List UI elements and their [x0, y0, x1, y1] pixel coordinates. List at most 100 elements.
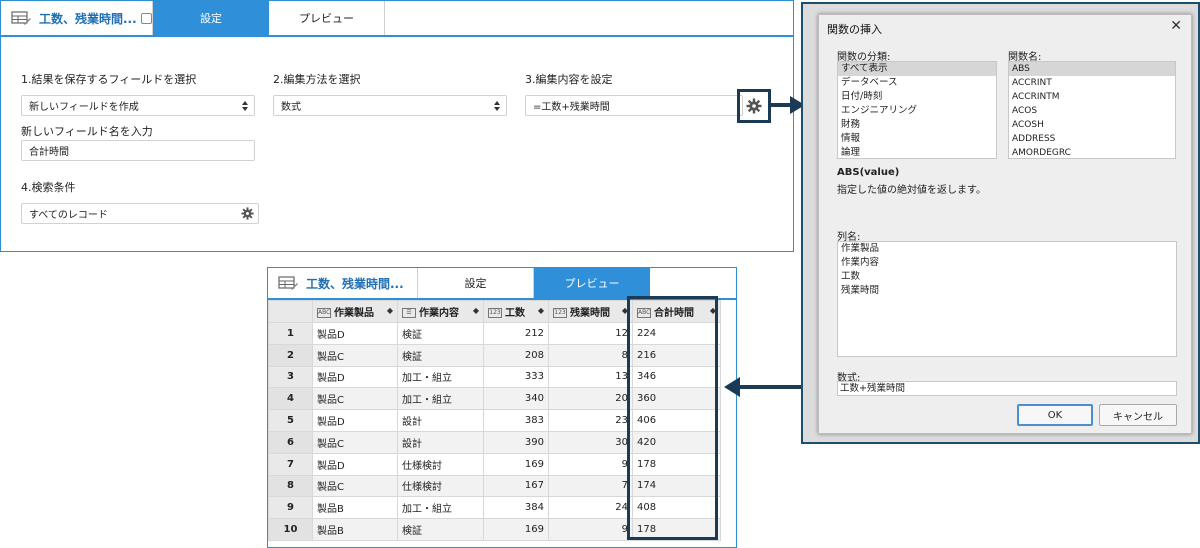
close-icon[interactable]: ✕: [1170, 18, 1182, 34]
table-cell[interactable]: 169: [483, 452, 549, 476]
edit-table-icon: [278, 276, 298, 290]
row-number-cell: 5: [268, 409, 313, 432]
search-condition-field[interactable]: すべてのレコード: [21, 203, 259, 224]
table-cell[interactable]: 仕様検討: [397, 474, 484, 498]
row-number-header: [268, 300, 313, 323]
list-item[interactable]: AMORDEGRC: [1009, 146, 1175, 158]
step1-label: 1.結果を保存するフィールドを選択: [21, 73, 197, 86]
save-field-select[interactable]: 新しいフィールドを作成: [21, 95, 255, 116]
table-cell[interactable]: 検証: [397, 518, 484, 541]
list-item[interactable]: 財務: [838, 118, 996, 132]
settings-titlebar: 工数、残業時間... 設定 プレビュー: [1, 1, 385, 35]
list-item[interactable]: ACOS: [1009, 104, 1175, 118]
table-cell[interactable]: 検証: [397, 343, 484, 367]
tab-preview[interactable]: プレビュー: [534, 268, 650, 298]
table-cell[interactable]: 23: [548, 409, 633, 432]
table-cell[interactable]: 208: [483, 343, 549, 367]
table-cell[interactable]: 製品D: [312, 452, 398, 476]
list-item[interactable]: 日付/時刻: [838, 90, 996, 104]
list-item[interactable]: ACCRINTM: [1009, 90, 1175, 104]
table-cell[interactable]: 製品C: [312, 343, 398, 367]
table-cell[interactable]: 390: [483, 430, 549, 454]
table-cell[interactable]: 333: [483, 365, 549, 389]
column-name-list[interactable]: 作業製品 作業内容 工数 残業時間: [837, 241, 1177, 357]
table-cell[interactable]: 設計: [397, 409, 484, 432]
table-cell[interactable]: 検証: [397, 322, 484, 345]
function-description: 指定した値の絶対値を返します。: [837, 185, 986, 196]
list-item[interactable]: 作業製品: [838, 242, 1176, 256]
table-cell[interactable]: 製品B: [312, 496, 398, 520]
column-header-label: 工数: [505, 308, 525, 319]
table-cell[interactable]: 9: [548, 452, 633, 476]
table-cell[interactable]: 340: [483, 387, 549, 411]
table-cell[interactable]: 8: [548, 343, 633, 367]
formula-input[interactable]: 工数+残業時間: [837, 381, 1177, 396]
column-header[interactable]: 123 残業時間 ◆: [548, 300, 633, 323]
formula-input[interactable]: =工数+残業時間: [525, 95, 743, 116]
tab-settings[interactable]: 設定: [418, 268, 534, 298]
list-item[interactable]: ACCRINT: [1009, 76, 1175, 90]
table-cell[interactable]: 加工・組立: [397, 496, 484, 520]
table-cell[interactable]: 製品C: [312, 474, 398, 498]
list-item[interactable]: 情報: [838, 132, 996, 146]
table-cell[interactable]: 384: [483, 496, 549, 520]
list-item[interactable]: ACOSH: [1009, 118, 1175, 132]
sort-icon[interactable]: ◆: [473, 306, 479, 315]
settings-panel: 工数、残業時間... 設定 プレビュー 1.結果を保存するフィールドを選択 新し…: [0, 0, 794, 252]
table-cell[interactable]: 製品D: [312, 322, 398, 345]
table-cell[interactable]: 9: [548, 518, 633, 541]
formula-value: =工数+残業時間: [533, 102, 610, 113]
table-cell[interactable]: 加工・組立: [397, 365, 484, 389]
list-item[interactable]: 残業時間: [838, 284, 1176, 298]
list-item[interactable]: ABS: [1009, 62, 1175, 76]
gear-icon[interactable]: [241, 207, 254, 220]
table-cell[interactable]: 設計: [397, 430, 484, 454]
table-cell[interactable]: 212: [483, 322, 549, 345]
column-header[interactable]: ABC 作業製品 ◆: [312, 300, 398, 323]
cancel-button[interactable]: キャンセル: [1099, 404, 1177, 426]
tab-settings[interactable]: 設定: [153, 1, 269, 35]
column-header[interactable]: 123 工数 ◆: [483, 300, 549, 323]
table-cell[interactable]: 383: [483, 409, 549, 432]
table-cell[interactable]: 加工・組立: [397, 387, 484, 411]
row-number-cell: 3: [268, 365, 313, 389]
table-cell[interactable]: 30: [548, 430, 633, 454]
list-item[interactable]: 作業内容: [838, 256, 1176, 270]
table-cell[interactable]: 製品C: [312, 387, 398, 411]
table-cell[interactable]: 仕様検討: [397, 452, 484, 476]
table-cell[interactable]: 20: [548, 387, 633, 411]
table-cell[interactable]: 製品C: [312, 430, 398, 454]
list-item[interactable]: 工数: [838, 270, 1176, 284]
step3-label: 3.編集内容を設定: [525, 73, 613, 86]
table-cell[interactable]: 12: [548, 322, 633, 345]
new-field-name-value: 合計時間: [29, 147, 69, 158]
number-type-icon: 123: [488, 308, 502, 318]
sort-icon[interactable]: ◆: [538, 306, 544, 315]
table-cell[interactable]: 167: [483, 474, 549, 498]
list-item[interactable]: ADDRESS: [1009, 132, 1175, 146]
list-item[interactable]: 論理: [838, 146, 996, 158]
rename-icon[interactable]: [140, 12, 152, 24]
table-cell[interactable]: 製品B: [312, 518, 398, 541]
table-cell[interactable]: 製品D: [312, 409, 398, 432]
edit-method-select[interactable]: 数式: [273, 95, 507, 116]
list-item[interactable]: データベース: [838, 76, 996, 90]
table-cell[interactable]: 24: [548, 496, 633, 520]
list-item[interactable]: エンジニアリング: [838, 104, 996, 118]
table-cell[interactable]: 7: [548, 474, 633, 498]
sort-icon[interactable]: ◆: [387, 306, 393, 315]
titlebar-underline: [1, 35, 793, 37]
list-item[interactable]: すべて表示: [838, 62, 996, 76]
table-cell[interactable]: 13: [548, 365, 633, 389]
column-header[interactable]: ☰ 作業内容 ◆: [397, 300, 484, 323]
new-field-name-input[interactable]: 合計時間: [21, 140, 255, 161]
ok-button[interactable]: OK: [1017, 404, 1093, 426]
tab-preview[interactable]: プレビュー: [269, 1, 385, 35]
function-list[interactable]: ABS ACCRINT ACCRINTM ACOS ACOSH ADDRESS AMORDE…: [1008, 61, 1176, 159]
category-list[interactable]: すべて表示 データベース 日付/時刻 エンジニアリング 財務 情報 論理: [837, 61, 997, 159]
table-cell[interactable]: 製品D: [312, 365, 398, 389]
gear-icon[interactable]: [746, 98, 762, 114]
preview-title-area: 工数、残業時間...: [268, 268, 418, 298]
table-cell[interactable]: 169: [483, 518, 549, 541]
preview-titlebar: 工数、残業時間... 設定 プレビュー: [268, 268, 650, 298]
